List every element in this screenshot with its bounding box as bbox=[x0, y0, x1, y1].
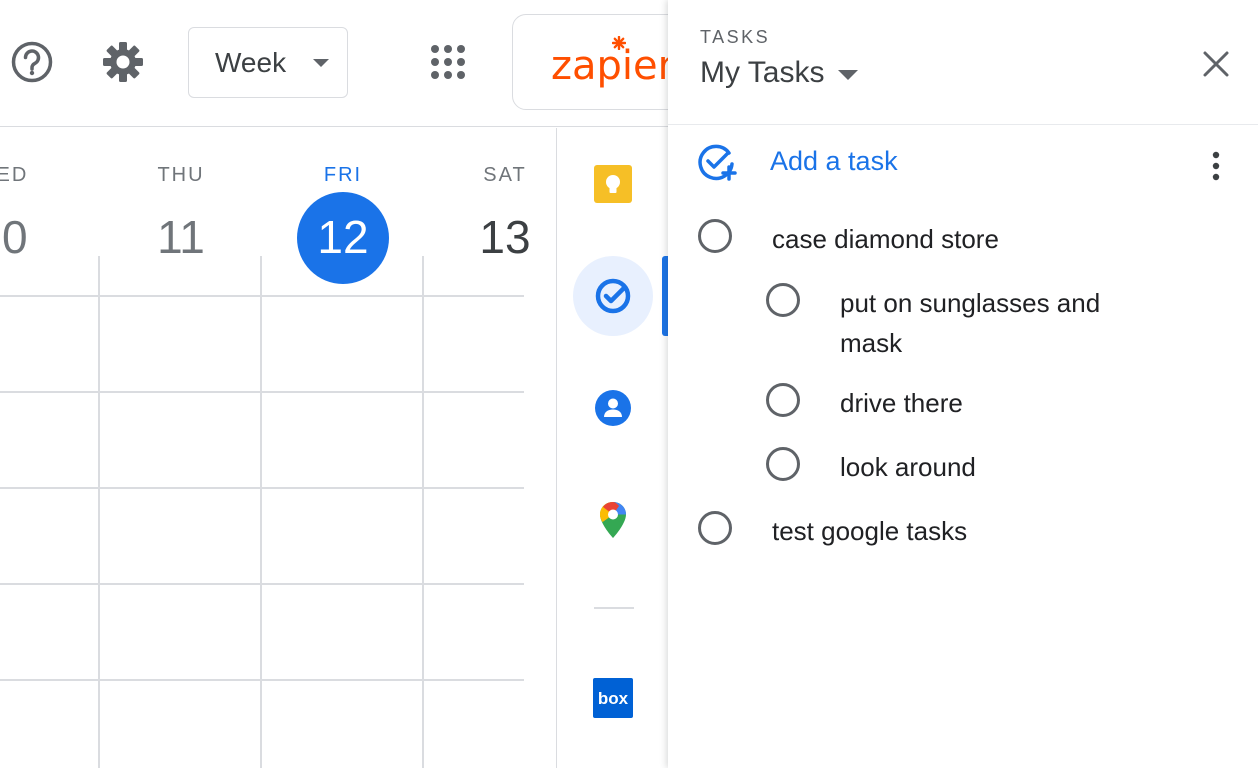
view-selector-label: Week bbox=[215, 46, 287, 78]
grid-divider bbox=[260, 256, 262, 768]
apps-grid-icon bbox=[431, 45, 465, 79]
day-name: THU bbox=[157, 164, 205, 186]
maps-pin-icon bbox=[600, 502, 626, 538]
task-list-selector[interactable]: My Tasks bbox=[700, 56, 859, 90]
week-grid: WED 10 THU 11 FRI 12 SAT 13 bbox=[0, 128, 557, 768]
rail-separator bbox=[594, 607, 634, 609]
help-circle-icon bbox=[11, 41, 53, 83]
chevron-down-icon bbox=[313, 59, 329, 67]
gear-icon bbox=[103, 42, 143, 82]
keep-button[interactable] bbox=[573, 144, 653, 224]
task-item[interactable]: case diamond store bbox=[698, 219, 1192, 259]
task-complete-checkbox[interactable] bbox=[766, 447, 800, 481]
task-title[interactable]: case diamond store bbox=[772, 219, 1192, 259]
task-title[interactable]: drive there bbox=[840, 383, 1220, 423]
tasks-button[interactable] bbox=[573, 256, 653, 336]
hour-line bbox=[0, 295, 524, 297]
help-button[interactable] bbox=[8, 38, 56, 86]
add-task-icon bbox=[698, 144, 737, 181]
contacts-button[interactable] bbox=[573, 368, 653, 448]
task-complete-checkbox[interactable] bbox=[766, 383, 800, 417]
task-complete-checkbox[interactable] bbox=[698, 511, 732, 545]
side-apps-rail: box bbox=[557, 128, 668, 768]
tasks-panel: TASKS My Tasks Add a task case diamond s… bbox=[668, 0, 1258, 768]
box-logo-text: box bbox=[598, 689, 629, 708]
close-panel-button[interactable] bbox=[1192, 40, 1240, 88]
add-task-button[interactable]: Add a task bbox=[696, 140, 898, 182]
tasks-panel-header: TASKS My Tasks bbox=[668, 0, 1258, 125]
day-name: WED bbox=[0, 164, 29, 186]
hour-line bbox=[0, 391, 524, 393]
google-apps-button[interactable] bbox=[422, 36, 474, 88]
task-title[interactable]: look around bbox=[840, 447, 1220, 487]
day-number: 11 bbox=[157, 211, 205, 263]
zapier-asterisk-icon bbox=[612, 36, 626, 50]
hour-line bbox=[0, 679, 524, 681]
tasks-check-icon bbox=[595, 278, 631, 314]
keep-bulb-icon bbox=[594, 165, 632, 203]
box-logo-icon: box bbox=[593, 678, 633, 718]
task-complete-checkbox[interactable] bbox=[766, 283, 800, 317]
hour-line bbox=[0, 583, 524, 585]
calendar-toolbar: Week zapier bbox=[0, 0, 702, 127]
more-options-button[interactable] bbox=[1196, 144, 1236, 188]
maps-button[interactable] bbox=[573, 480, 653, 560]
task-title[interactable]: test google tasks bbox=[772, 511, 1192, 551]
grid-divider bbox=[422, 256, 424, 768]
close-icon bbox=[1203, 51, 1229, 77]
settings-button[interactable] bbox=[99, 38, 147, 86]
task-list-name: My Tasks bbox=[700, 56, 825, 89]
box-button[interactable]: box bbox=[573, 658, 653, 738]
subtask-item[interactable]: put on sunglasses and mask bbox=[766, 283, 1150, 363]
day-name: FRI bbox=[323, 164, 363, 186]
hour-line bbox=[0, 487, 524, 489]
task-item[interactable]: test google tasks bbox=[698, 511, 1192, 551]
panel-kicker: TASKS bbox=[700, 27, 771, 47]
more-vert-icon bbox=[1212, 151, 1220, 181]
subtask-item[interactable]: look around bbox=[766, 447, 1220, 487]
day-number: 10 bbox=[0, 211, 28, 263]
day-number: 12 bbox=[317, 211, 369, 263]
subtask-item[interactable]: drive there bbox=[766, 383, 1220, 423]
add-task-label: Add a task bbox=[770, 145, 898, 176]
contacts-person-icon bbox=[595, 390, 631, 426]
task-title[interactable]: put on sunglasses and mask bbox=[840, 283, 1150, 363]
view-selector[interactable]: Week bbox=[188, 27, 348, 98]
chevron-down-icon bbox=[838, 70, 859, 80]
task-complete-checkbox[interactable] bbox=[698, 219, 732, 253]
grid-divider bbox=[98, 256, 100, 768]
